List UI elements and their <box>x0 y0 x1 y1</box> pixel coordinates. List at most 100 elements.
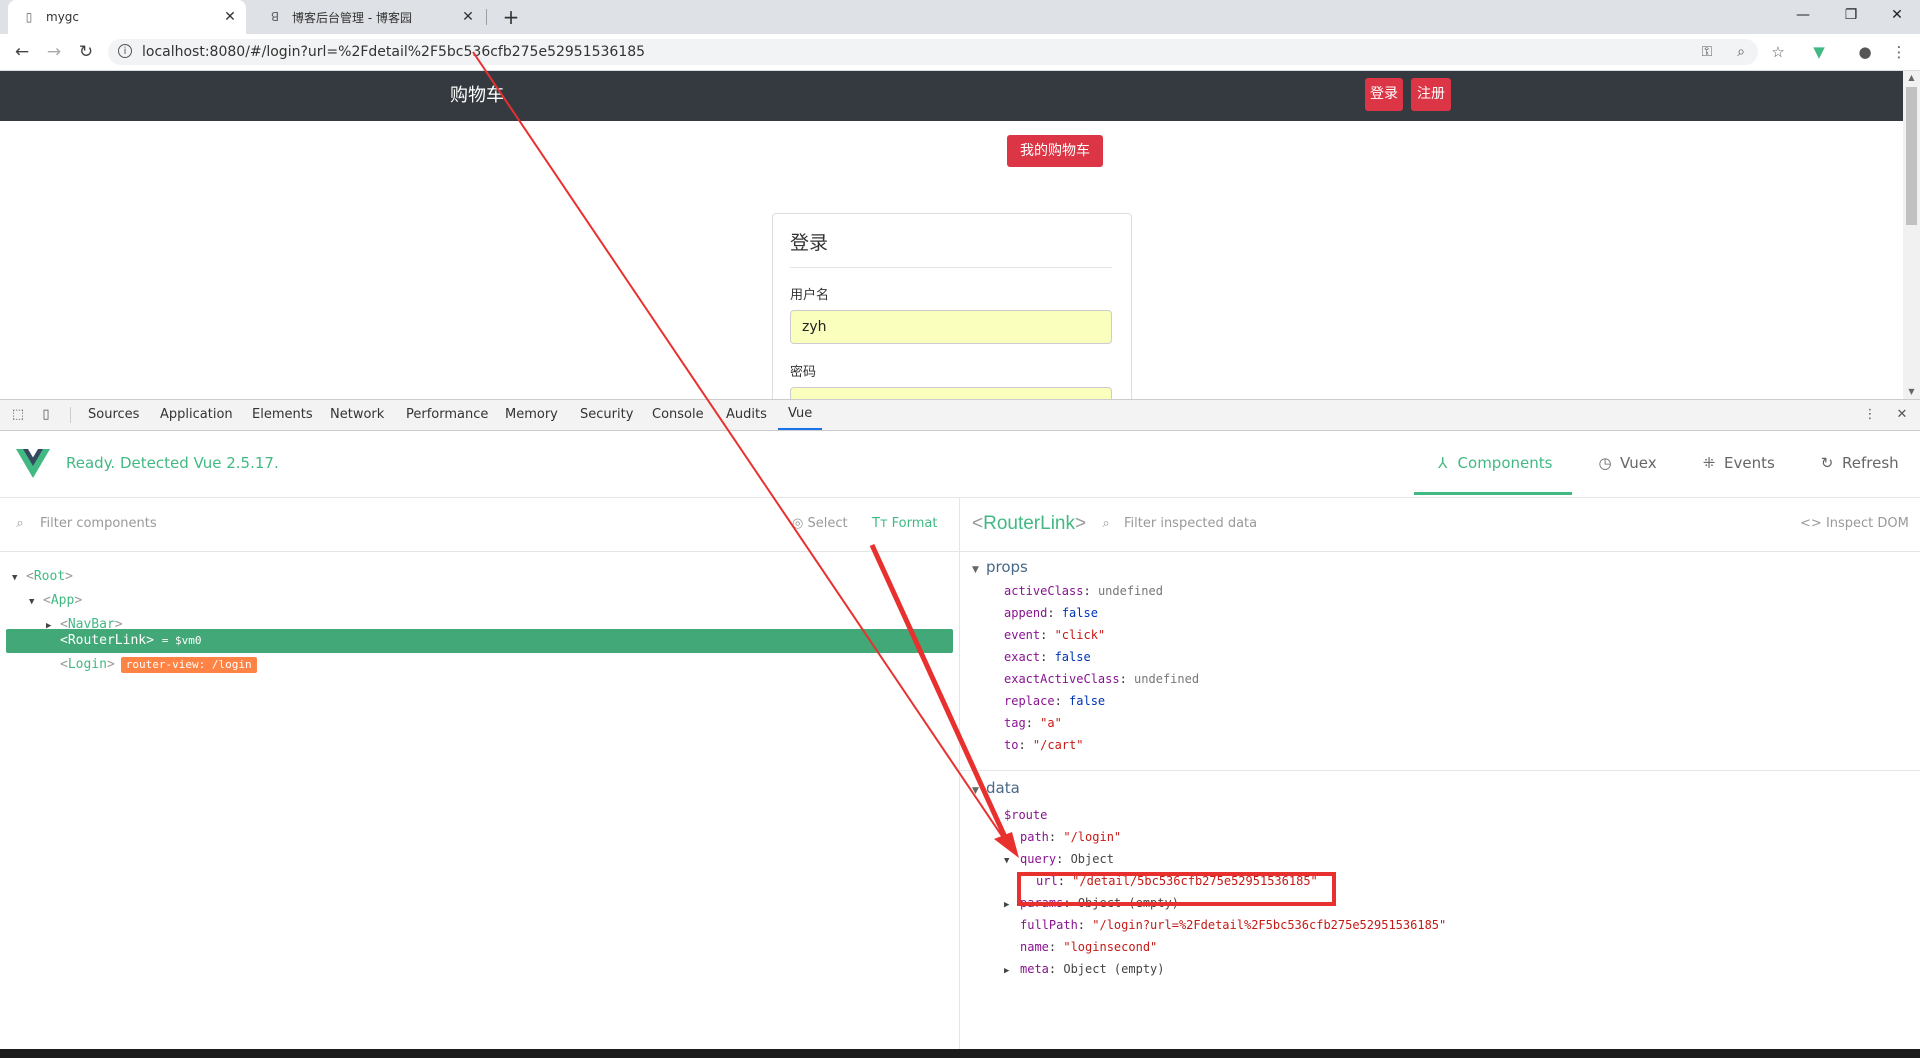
bookmark-star-icon[interactable]: ☆ <box>1768 42 1788 62</box>
devtools-close-icon[interactable]: ✕ <box>1894 407 1910 423</box>
vue-logo-icon <box>16 449 50 478</box>
browser-tab-mygc[interactable]: ▯ mygc ✕ <box>8 0 246 34</box>
tree-node-app[interactable]: ▼ <App> <box>29 590 82 612</box>
inspect-element-icon[interactable]: ⬚ <box>10 407 26 423</box>
new-tab-button[interactable]: + <box>498 4 524 30</box>
vue-tab-components[interactable]: ⅄ Components <box>1414 431 1572 495</box>
prop-row[interactable]: tag: "a" <box>1004 714 1062 732</box>
devtools-tab-memory[interactable]: Memory <box>505 400 558 430</box>
prop-row[interactable]: activeClass: undefined <box>1004 582 1163 600</box>
page-scrollbar[interactable]: ▲ ▼ <box>1903 71 1920 399</box>
code-icon: <> <box>1800 516 1822 531</box>
brand-title[interactable]: 购物车 <box>450 71 504 121</box>
devtools-tab-security[interactable]: Security <box>580 400 633 430</box>
register-button[interactable]: 注册 <box>1411 78 1451 111</box>
prop-row[interactable]: exactActiveClass: undefined <box>1004 670 1199 688</box>
devtools-tab-vue[interactable]: Vue <box>778 400 823 430</box>
forward-button[interactable]: → <box>40 38 68 66</box>
prop-key: tag <box>1004 716 1026 730</box>
vue-tab-label: Components <box>1457 454 1553 472</box>
close-tab-icon[interactable]: ✕ <box>460 9 476 25</box>
prop-row[interactable]: event: "click" <box>1004 626 1105 644</box>
route-meta-row[interactable]: ▶ meta: Object (empty) <box>1004 960 1165 980</box>
prop-value: "loginsecond" <box>1063 940 1158 954</box>
tree-node-root[interactable]: ▼ <Root> <box>12 566 73 588</box>
vue-tab-label: Events <box>1724 454 1775 472</box>
route-fullpath-row[interactable]: fullPath: "/login?url=%2Fdetail%2F5bc536… <box>1020 916 1446 934</box>
devtools-panel: ⬚ ▯ Sources Application Elements Network… <box>0 399 1920 1050</box>
key-icon[interactable]: ⚿ <box>1698 43 1716 61</box>
devtools-tab-sources[interactable]: Sources <box>88 400 139 430</box>
route-key-row[interactable]: $route <box>1004 806 1047 824</box>
filter-components-input[interactable]: Filter components <box>40 498 157 550</box>
close-tab-icon[interactable]: ✕ <box>222 9 238 25</box>
expanded-triangle-icon[interactable]: ▼ <box>12 567 26 589</box>
prop-key: params <box>1020 896 1064 910</box>
back-button[interactable]: ← <box>8 38 36 66</box>
vue-tab-events[interactable]: ⁜ Events <box>1700 431 1775 495</box>
inspect-dom-button[interactable]: <> Inspect DOM <box>1800 498 1909 550</box>
window-close-button[interactable]: ✕ <box>1874 0 1920 30</box>
prop-key: name <box>1020 940 1049 954</box>
prop-value: Object (empty) <box>1063 962 1165 976</box>
devtools-tab-performance[interactable]: Performance <box>406 400 488 430</box>
prop-row[interactable]: replace: false <box>1004 692 1105 710</box>
expanded-triangle-icon[interactable]: ▼ <box>1004 852 1020 870</box>
login-title: 登录 <box>790 232 829 254</box>
devtools-tab-console[interactable]: Console <box>652 400 704 430</box>
route-params-row[interactable]: ▶ params: Object (empty) <box>1004 894 1179 914</box>
scroll-up-icon[interactable]: ▲ <box>1903 71 1920 85</box>
vue-devtools-extension-icon[interactable]: ▼ <box>1809 42 1829 62</box>
prop-key: exact <box>1004 650 1041 664</box>
props-section-header[interactable]: ▼ props <box>972 558 1028 576</box>
devtools-tab-elements[interactable]: Elements <box>252 400 313 430</box>
username-field[interactable]: zyh <box>790 310 1112 344</box>
minimize-button[interactable]: — <box>1780 0 1826 30</box>
address-bar[interactable]: i localhost:8080/#/login?url=%2Fdetail%2… <box>108 39 1758 65</box>
profile-icon[interactable]: ● <box>1855 42 1875 62</box>
restore-button[interactable]: ❐ <box>1828 0 1874 30</box>
collapsed-triangle-icon[interactable]: ▶ <box>1004 896 1020 914</box>
browser-tab-cnblogs[interactable]: ꓭ 博客后台管理 - 博客园 ✕ <box>254 0 484 34</box>
route-query-url-row[interactable]: url: "/detail/5bc536cfb275e52951536185" <box>1036 872 1318 890</box>
devtools-tab-network[interactable]: Network <box>330 400 384 430</box>
format-toggle-button[interactable]: Tт Format <box>872 498 937 550</box>
prop-value: "click" <box>1054 628 1106 642</box>
devtools-tab-audits[interactable]: Audits <box>726 400 767 430</box>
device-toolbar-icon[interactable]: ▯ <box>38 407 54 423</box>
route-name-row[interactable]: name: "loginsecond" <box>1020 938 1157 956</box>
zoom-icon[interactable]: ⌕ <box>1732 43 1750 61</box>
route-query-row[interactable]: ▼ query: Object <box>1004 850 1114 870</box>
vue-tab-vuex[interactable]: ◷ Vuex <box>1596 431 1656 495</box>
login-button[interactable]: 登录 <box>1365 78 1403 111</box>
devtools-tab-application[interactable]: Application <box>160 400 233 430</box>
password-field[interactable] <box>790 387 1112 399</box>
reload-button[interactable]: ↻ <box>72 38 100 66</box>
prop-row[interactable]: to: "/cart" <box>1004 736 1083 754</box>
browser-menu-icon[interactable]: ⋮ <box>1889 42 1909 62</box>
collapsed-triangle-icon[interactable]: ▶ <box>1004 962 1020 980</box>
select-component-button[interactable]: ◎ Select <box>792 498 848 550</box>
my-cart-button[interactable]: 我的购物车 <box>1007 135 1103 167</box>
prop-row[interactable]: append: false <box>1004 604 1098 622</box>
expanded-triangle-icon[interactable]: ▼ <box>972 786 986 796</box>
devtools-menu-icon[interactable]: ⋮ <box>1862 407 1878 423</box>
data-section-header[interactable]: ▼ data <box>972 779 1020 797</box>
scroll-down-icon[interactable]: ▼ <box>1903 385 1920 399</box>
vue-refresh-button[interactable]: ↻ Refresh <box>1818 431 1899 495</box>
expanded-triangle-icon[interactable]: ▼ <box>972 565 986 575</box>
tree-node-login[interactable]: <Login> router-view: /login <box>60 654 257 676</box>
prop-value: false <box>1061 606 1098 620</box>
inspected-component-name: RouterLink <box>983 513 1075 534</box>
expanded-triangle-icon[interactable]: ▼ <box>29 591 43 613</box>
filter-inspected-data-input[interactable]: Filter inspected data <box>1124 498 1257 550</box>
prop-row[interactable]: exact: false <box>1004 648 1091 666</box>
tree-node-routerlink[interactable]: <RouterLink> = $vm0 <box>60 630 202 652</box>
scrollbar-thumb[interactable] <box>1906 87 1917 225</box>
prop-value: "a" <box>1040 716 1062 730</box>
page-viewport: 购物车 登录 注册 我的购物车 登录 用户名 zyh 密码 <box>0 71 1903 399</box>
site-info-icon[interactable]: i <box>118 44 132 58</box>
route-path-row[interactable]: path: "/login" <box>1020 828 1121 846</box>
os-taskbar <box>0 1049 1920 1058</box>
prop-key: query <box>1020 852 1057 866</box>
